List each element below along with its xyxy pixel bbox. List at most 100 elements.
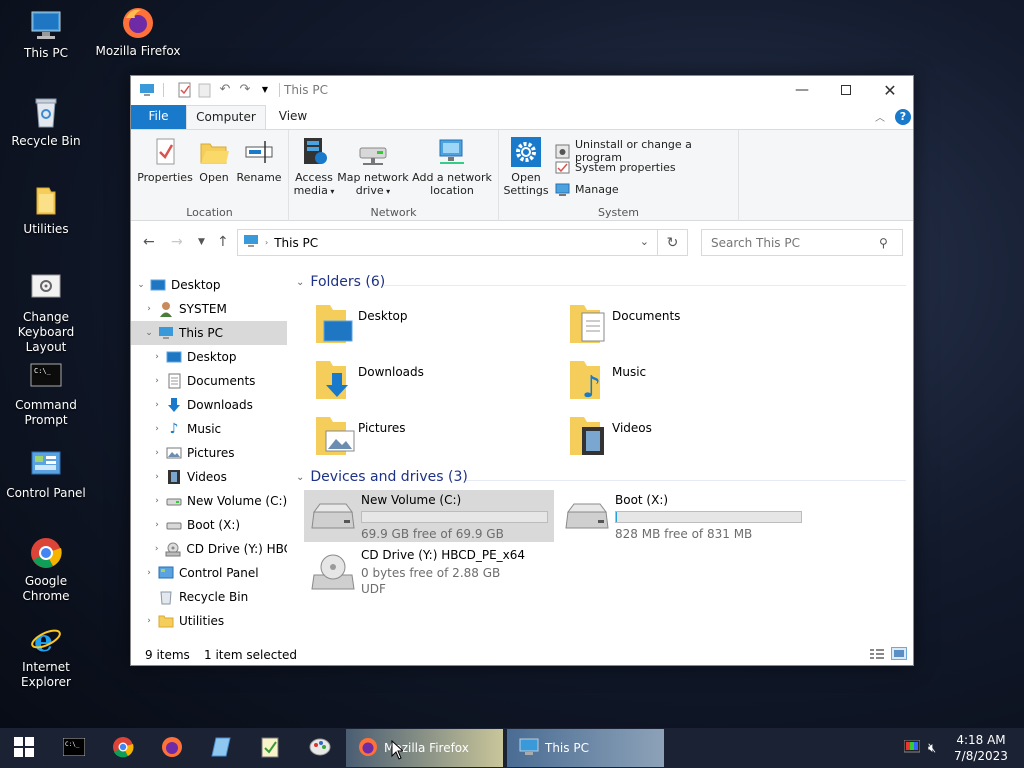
collapse-ribbon-icon[interactable]: ︿ bbox=[875, 109, 885, 124]
desktop-icon-recycle-bin[interactable]: Recycle Bin bbox=[0, 96, 92, 149]
drive-tile-new-volume-c[interactable]: New Volume (C:) 69.9 GB free of 69.9 GB bbox=[304, 490, 554, 542]
chevron-right-icon[interactable]: › bbox=[143, 568, 155, 578]
chevron-down-icon[interactable]: ⌄ bbox=[143, 328, 155, 338]
new-folder-icon[interactable] bbox=[197, 82, 213, 98]
tree-item-videos[interactable]: › Videos bbox=[131, 465, 287, 489]
properties-button[interactable]: Properties bbox=[137, 136, 193, 184]
tree-item-documents[interactable]: › Documents bbox=[131, 369, 287, 393]
tree-item-pictures[interactable]: › Pictures bbox=[131, 441, 287, 465]
tree-item-music[interactable]: › ♪ Music bbox=[131, 417, 287, 441]
customize-toolbar-icon[interactable]: ▼ bbox=[257, 82, 273, 98]
breadcrumb-separator-icon[interactable]: › bbox=[265, 238, 268, 247]
up-arrow-icon[interactable]: ↑ bbox=[217, 234, 229, 250]
taskbar-window-firefox[interactable]: Mozilla Firefox bbox=[346, 729, 503, 767]
folder-tile-music[interactable]: ♪ Music bbox=[556, 357, 796, 407]
tree-item-cd-drive-y[interactable]: › CD Drive (Y:) HBC bbox=[131, 537, 287, 561]
address-dropdown-chevron-icon[interactable]: ⌄ bbox=[640, 235, 649, 248]
taskbar-firefox[interactable] bbox=[148, 728, 196, 768]
help-icon[interactable]: ? bbox=[895, 109, 911, 125]
forward-arrow-icon[interactable]: → bbox=[171, 234, 183, 250]
details-view-icon[interactable] bbox=[869, 648, 885, 663]
tab-file[interactable]: File bbox=[131, 105, 186, 129]
chevron-right-icon[interactable]: › bbox=[151, 400, 163, 410]
taskbar-app-paint[interactable] bbox=[296, 728, 344, 768]
search-icon[interactable]: ⚲ bbox=[879, 236, 888, 250]
chevron-right-icon[interactable]: › bbox=[151, 496, 163, 506]
drives-section-header[interactable]: ⌄ Devices and drives (3) bbox=[296, 469, 468, 485]
open-button[interactable]: Open bbox=[193, 136, 235, 184]
chevron-down-icon[interactable]: ⌄ bbox=[135, 280, 147, 290]
desktop-icon-control-panel[interactable]: Control Panel bbox=[0, 448, 92, 501]
chevron-right-icon[interactable]: › bbox=[151, 472, 163, 482]
tree-item-desktop-sub[interactable]: › Desktop bbox=[131, 345, 287, 369]
desktop-icon-change-keyboard-layout[interactable]: Change Keyboard Layout bbox=[0, 272, 92, 355]
undo-icon[interactable]: ↶ bbox=[217, 82, 233, 98]
chevron-right-icon[interactable]: › bbox=[151, 424, 163, 434]
taskbar-command-prompt[interactable]: C:\_ bbox=[50, 728, 98, 768]
tree-item-recycle-bin[interactable]: Recycle Bin bbox=[131, 585, 287, 609]
open-settings-button[interactable]: Open Settings bbox=[503, 136, 549, 197]
address-bar[interactable]: › This PC ⌄ bbox=[237, 229, 688, 256]
map-network-drive-button[interactable]: Map network drive ▾ bbox=[337, 136, 409, 198]
system-properties-button[interactable]: System properties bbox=[555, 160, 676, 175]
taskbar-app-notes[interactable] bbox=[246, 728, 294, 768]
tree-item-control-panel[interactable]: › Control Panel bbox=[131, 561, 287, 585]
folder-tile-desktop[interactable]: Desktop bbox=[302, 301, 542, 351]
desktop-icon-google-chrome[interactable]: Google Chrome bbox=[0, 536, 92, 604]
tab-view[interactable]: View bbox=[271, 105, 315, 129]
large-icons-view-icon[interactable] bbox=[891, 647, 907, 660]
title-bar[interactable]: ↶ ↷ ▼ This PC — ✕ bbox=[131, 76, 913, 104]
redo-icon[interactable]: ↷ bbox=[237, 82, 253, 98]
taskbar-window-this-pc[interactable]: This PC bbox=[507, 729, 664, 767]
properties-icon[interactable] bbox=[177, 82, 193, 98]
minimize-button[interactable]: — bbox=[779, 76, 825, 104]
chevron-right-icon[interactable]: › bbox=[151, 376, 163, 386]
chevron-right-icon[interactable]: › bbox=[151, 520, 163, 530]
desktop-icon-command-prompt[interactable]: C:\_ Command Prompt bbox=[0, 360, 92, 428]
tree-item-boot-x[interactable]: › Boot (X:) bbox=[131, 513, 287, 537]
drive-tile-boot-x[interactable]: Boot (X:) 828 MB free of 831 MB bbox=[558, 490, 808, 542]
tree-item-desktop[interactable]: ⌄ Desktop bbox=[131, 273, 287, 297]
tab-computer[interactable]: Computer bbox=[186, 105, 266, 129]
tree-item-new-volume-c[interactable]: › New Volume (C:) bbox=[131, 489, 287, 513]
taskbar-clock[interactable]: 4:18 AM 7/8/2023 bbox=[946, 732, 1016, 764]
desktop-icon-utilities[interactable]: Utilities bbox=[0, 184, 92, 237]
address-path[interactable]: This PC bbox=[274, 236, 318, 250]
folder-tile-pictures[interactable]: Pictures bbox=[302, 413, 542, 463]
close-button[interactable]: ✕ bbox=[867, 76, 913, 104]
start-button[interactable] bbox=[0, 728, 48, 768]
search-box[interactable]: ⚲ bbox=[701, 229, 903, 256]
add-network-location-button[interactable]: Add a network location bbox=[411, 136, 493, 197]
volume-muted-icon[interactable]: 🔇︎ bbox=[928, 741, 936, 756]
tree-item-downloads[interactable]: › Downloads bbox=[131, 393, 287, 417]
taskbar-chrome[interactable] bbox=[99, 728, 147, 768]
recent-locations-chevron-icon[interactable]: ▼ bbox=[198, 237, 205, 247]
drive-tile-cd-drive-y[interactable]: CD Drive (Y:) HBCD_PE_x64 0 bytes free o… bbox=[304, 545, 554, 601]
refresh-button[interactable]: ↻ bbox=[657, 229, 688, 256]
chevron-down-icon[interactable]: ⌄ bbox=[296, 472, 304, 483]
taskbar-app-notepad[interactable] bbox=[197, 728, 245, 768]
rename-button[interactable]: Rename bbox=[235, 136, 283, 184]
chevron-right-icon[interactable]: › bbox=[143, 304, 155, 314]
folders-section-header[interactable]: ⌄ Folders (6) bbox=[296, 274, 385, 290]
display-settings-icon[interactable] bbox=[903, 739, 921, 757]
access-media-button[interactable]: Access media ▾ bbox=[293, 136, 335, 198]
folder-tile-videos[interactable]: Videos bbox=[556, 413, 796, 463]
back-arrow-icon[interactable]: ← bbox=[143, 234, 155, 250]
folder-tile-documents[interactable]: Documents bbox=[556, 301, 796, 351]
chevron-right-icon[interactable]: › bbox=[143, 616, 155, 626]
chevron-right-icon[interactable]: › bbox=[151, 352, 163, 362]
manage-button[interactable]: Manage bbox=[555, 182, 619, 197]
desktop-icon-firefox[interactable]: Mozilla Firefox bbox=[92, 6, 184, 59]
tree-item-this-pc[interactable]: ⌄ This PC bbox=[131, 321, 287, 345]
desktop-icon-this-pc[interactable]: This PC bbox=[0, 8, 92, 61]
tree-item-utilities[interactable]: › Utilities bbox=[131, 609, 287, 633]
desktop-icon-internet-explorer[interactable]: e Internet Explorer bbox=[0, 622, 92, 690]
maximize-button[interactable] bbox=[823, 76, 869, 104]
chevron-down-icon[interactable]: ⌄ bbox=[296, 277, 304, 288]
folder-tile-downloads[interactable]: Downloads bbox=[302, 357, 542, 407]
search-input[interactable] bbox=[709, 234, 879, 251]
chevron-right-icon[interactable]: › bbox=[151, 448, 163, 458]
chevron-right-icon[interactable]: › bbox=[151, 544, 162, 554]
tree-item-system[interactable]: › SYSTEM bbox=[131, 297, 287, 321]
